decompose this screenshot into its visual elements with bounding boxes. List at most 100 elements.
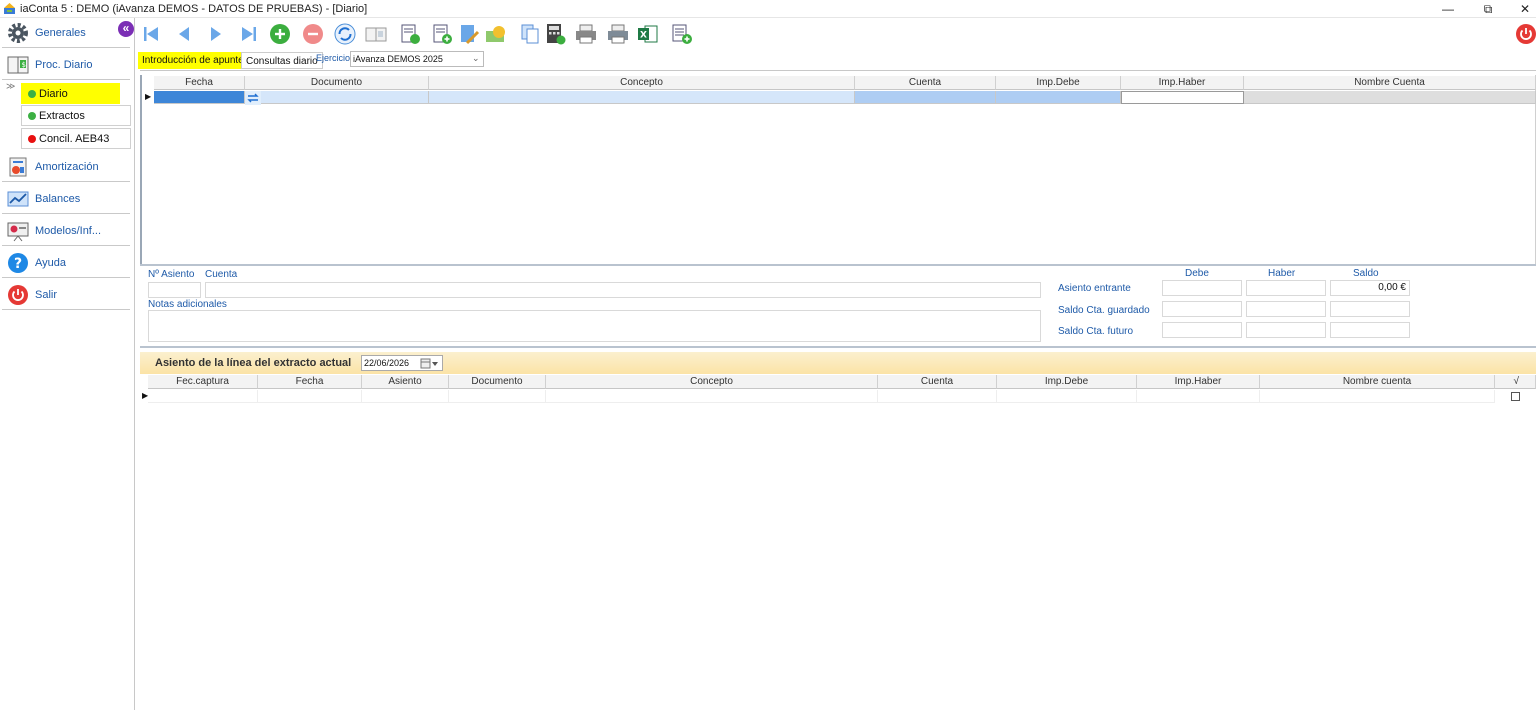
add-list-icon[interactable] <box>671 23 693 45</box>
col-header-documento[interactable]: Documento <box>449 375 546 389</box>
cell-imp-haber[interactable] <box>1121 91 1244 104</box>
col-header-imp-debe[interactable]: Imp.Debe <box>997 375 1137 389</box>
cell-documento[interactable] <box>261 91 429 104</box>
subnav-item-concil-aeb43[interactable]: Concil. AEB43 <box>21 128 131 149</box>
restore-button[interactable]: ⧉ <box>1468 0 1508 18</box>
help-icon: ? <box>8 253 28 273</box>
cuenta-input[interactable] <box>205 282 1041 298</box>
row-cell[interactable] <box>258 390 362 403</box>
col-header-concepto[interactable]: Concepto <box>429 76 855 90</box>
toolbar: X <box>135 18 1536 48</box>
nav-item-generales[interactable]: Generales <box>2 18 130 48</box>
col-header-imp-debe[interactable]: Imp.Debe <box>996 76 1121 90</box>
cell-fecha[interactable] <box>154 91 245 104</box>
tab-consultas-diario[interactable]: Consultas diario <box>241 52 323 69</box>
exercise-label: Ejercicio <box>316 53 351 63</box>
last-record-icon[interactable] <box>238 23 260 45</box>
col-header-cuenta[interactable]: Cuenta <box>878 375 997 389</box>
refresh-icon[interactable] <box>334 23 356 45</box>
nav-item-amortizacion[interactable]: Amortización <box>2 152 130 182</box>
cell-cuenta[interactable] <box>855 91 996 104</box>
row-cell[interactable] <box>1260 390 1495 403</box>
calendar-dropdown-icon <box>420 358 438 369</box>
col-header-nombre-cuenta[interactable]: Nombre Cuenta <box>1244 76 1536 90</box>
nav-item-label: Salir <box>35 289 58 301</box>
extract-grid: Fec.captura Fecha Asiento Documento Conc… <box>140 375 1536 405</box>
power-icon[interactable] <box>1515 23 1536 45</box>
previous-record-icon[interactable] <box>173 23 195 45</box>
delete-icon[interactable] <box>302 23 324 45</box>
cuenta-label: Cuenta <box>205 269 238 280</box>
col-header-imp-haber[interactable]: Imp.Haber <box>1137 375 1260 389</box>
close-button[interactable]: ✕ <box>1505 0 1536 18</box>
col-header-imp-haber[interactable]: Imp.Haber <box>1121 76 1244 90</box>
nav-item-salir[interactable]: Salir <box>2 280 130 310</box>
nav-item-balances[interactable]: Balances <box>2 184 130 214</box>
add-icon[interactable] <box>269 23 291 45</box>
edit-document-icon[interactable] <box>459 23 481 45</box>
print-preview-icon[interactable] <box>607 23 629 45</box>
asiento-entrante-saldo: 0,00 € <box>1330 280 1410 296</box>
excel-export-icon[interactable]: X <box>637 23 659 45</box>
row-cell[interactable] <box>878 390 997 403</box>
nav-item-label: Ayuda <box>35 257 66 269</box>
sidebar: « Generales $ Proc. Diario ≫ Diario Extr… <box>0 18 135 710</box>
swap-arrows-icon[interactable] <box>245 91 261 105</box>
extract-date-picker[interactable]: 22/06/2026 <box>361 355 443 371</box>
subnav-item-label: Concil. AEB43 <box>39 133 110 145</box>
exercise-select[interactable]: iAvanza DEMOS 2025 ⌄ <box>350 51 484 67</box>
row-cell[interactable] <box>1137 390 1260 403</box>
row-cell[interactable] <box>362 390 449 403</box>
tab-introduccion-apuntes[interactable]: Introducción de apuntes <box>138 52 253 69</box>
next-record-icon[interactable] <box>205 23 227 45</box>
nav-item-proc-diario[interactable]: $ Proc. Diario <box>2 50 130 80</box>
payments-icon[interactable] <box>485 23 507 45</box>
row-cell[interactable] <box>997 390 1137 403</box>
status-dot-icon <box>28 90 36 98</box>
cell-imp-debe[interactable] <box>996 91 1121 104</box>
row-cell[interactable] <box>546 390 878 403</box>
col-header-cuenta[interactable]: Cuenta <box>855 76 996 90</box>
journal-book-icon[interactable] <box>365 23 387 45</box>
expand-chevron-icon: ≫ <box>6 81 16 91</box>
tab-divider <box>140 70 1536 71</box>
extract-date-value: 22/06/2026 <box>364 358 410 368</box>
nav-item-label: Amortización <box>35 161 99 173</box>
document-money-icon[interactable] <box>399 23 421 45</box>
print-icon[interactable] <box>575 23 597 45</box>
copy-documents-icon[interactable] <box>519 23 541 45</box>
saldo-futuro-debe <box>1162 322 1242 338</box>
asiento-entrante-debe <box>1162 280 1242 296</box>
asiento-input[interactable] <box>148 282 201 298</box>
row-cell[interactable] <box>148 390 258 403</box>
col-header-asiento[interactable]: Asiento <box>362 375 449 389</box>
row-checkbox[interactable] <box>1511 392 1520 401</box>
subnav-item-label: Extractos <box>39 110 85 122</box>
col-header-fec-captura[interactable]: Fec.captura <box>148 375 258 389</box>
col-header-fecha[interactable]: Fecha <box>154 76 245 90</box>
col-header-fecha[interactable]: Fecha <box>258 375 362 389</box>
svg-text:$: $ <box>22 61 26 69</box>
row-cell[interactable] <box>449 390 546 403</box>
minimize-button[interactable]: — <box>1428 0 1468 18</box>
extract-band: Asiento de la línea del extracto actual … <box>140 352 1536 374</box>
subnav-item-extractos[interactable]: Extractos <box>21 105 131 126</box>
nav-item-ayuda[interactable]: ? Ayuda <box>2 248 130 278</box>
col-header-concepto[interactable]: Concepto <box>546 375 878 389</box>
cell-nombre-cuenta <box>1244 91 1536 104</box>
first-record-icon[interactable] <box>140 23 162 45</box>
col-header-check[interactable]: √ <box>1495 375 1536 389</box>
saldo-guardado-haber <box>1246 301 1326 317</box>
new-document-icon[interactable] <box>431 23 453 45</box>
notas-textarea[interactable] <box>148 310 1041 342</box>
cell-concepto[interactable] <box>429 91 855 104</box>
saldo-guardado-saldo <box>1330 301 1410 317</box>
col-header-nombre-cuenta[interactable]: Nombre cuenta <box>1260 375 1495 389</box>
subnav-item-diario[interactable]: Diario <box>21 83 120 104</box>
extract-divider <box>140 346 1536 348</box>
presentation-icon <box>7 222 29 242</box>
calculator-icon[interactable] <box>544 23 566 45</box>
nav-item-modelos[interactable]: Modelos/Inf... <box>2 216 130 246</box>
col-header-documento[interactable]: Documento <box>245 76 429 90</box>
nav-item-label: Proc. Diario <box>35 59 93 71</box>
